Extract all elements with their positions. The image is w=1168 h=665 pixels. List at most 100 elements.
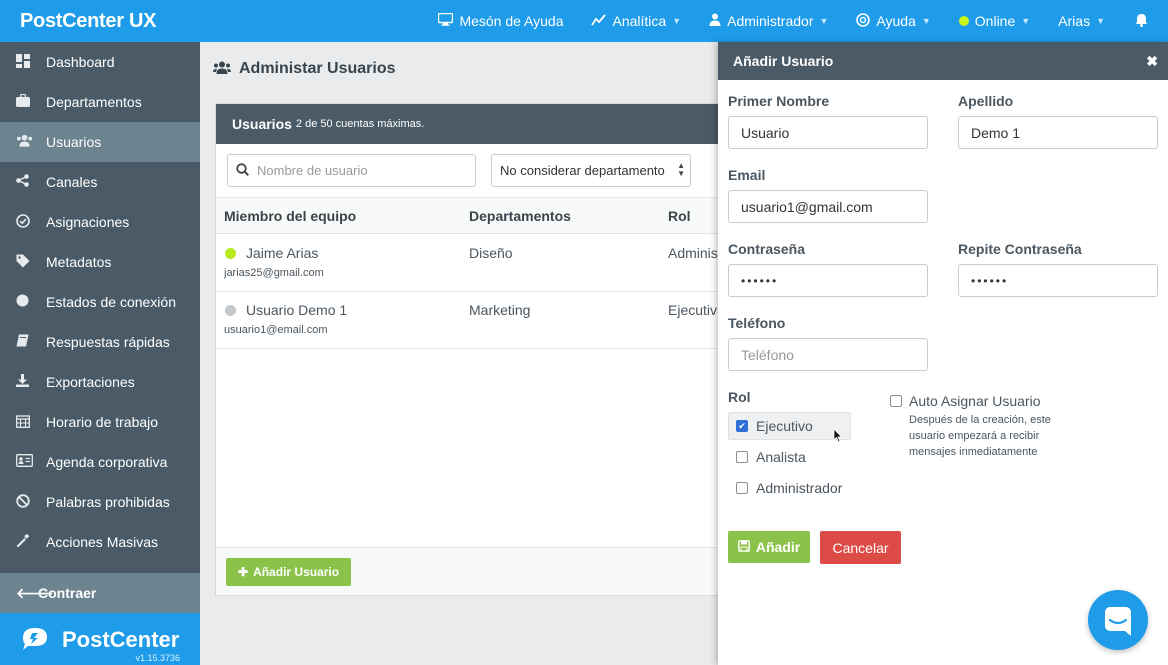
drawer-add-button[interactable]: Añadir (728, 531, 810, 563)
column-role[interactable]: Rol (668, 208, 691, 224)
drawer-cancel-button[interactable]: Cancelar (820, 531, 901, 564)
chevron-down-icon: ▼ (672, 16, 682, 26)
phone-field[interactable]: Teléfono (728, 338, 928, 371)
postcenter-logo-icon (23, 628, 47, 650)
select-arrows-icon: ▲ ▼ (677, 161, 685, 178)
auto-assign-checkbox[interactable] (890, 395, 902, 407)
panel-subtitle: 2 de 50 cuentas máximas. (295, 118, 425, 130)
sidebar-item-metadatos[interactable]: Metadatos (0, 242, 200, 282)
nav-admin[interactable]: Administrador ▼ (709, 13, 828, 29)
nav-help[interactable]: Ayuda ▼ (856, 12, 931, 30)
top-bar: PostCenter UX Mesón de Ayuda Analítica ▼… (0, 0, 1168, 42)
role-checkbox-administrador[interactable] (736, 482, 748, 494)
sidebar-item-departamentos[interactable]: Departamentos (0, 82, 200, 122)
panel-title: Usuarios (232, 116, 292, 132)
monitor-icon (438, 12, 454, 29)
role-label: Rol (728, 389, 751, 405)
sidebar-item-canales[interactable]: Canales (0, 162, 200, 202)
mouse-cursor-icon (833, 428, 843, 443)
sidebar-item-acciones-masivas[interactable]: Acciones Masivas (0, 522, 200, 562)
bell-icon[interactable] (1135, 13, 1148, 30)
member-email: usuario1@email.com (224, 324, 328, 336)
drawer-cancel-button-label: Cancelar (832, 539, 889, 556)
nav-status[interactable]: Online ▼ (958, 13, 1031, 29)
email-field[interactable]: usuario1@gmail.com (728, 190, 928, 223)
column-member[interactable]: Miembro del equipo (224, 208, 356, 224)
member-email: jarias25@gmail.com (224, 267, 324, 279)
sidebar-item-label: Acciones Masivas (46, 534, 159, 550)
book-icon (16, 334, 46, 350)
user-tie-icon (709, 13, 721, 29)
status-dot-icon (225, 305, 236, 316)
role-checkbox-ejecutivo[interactable]: ✔ (736, 420, 748, 432)
sidebar-item-exportaciones[interactable]: Exportaciones (0, 362, 200, 402)
id-card-icon (16, 454, 46, 470)
table-header: Miembro del equipo Departamentos Rol (216, 197, 734, 234)
sidebar-item-asignaciones[interactable]: Asignaciones (0, 202, 200, 242)
member-name[interactable]: Jaime Arias (246, 245, 318, 261)
app-brand[interactable]: PostCenter UX (0, 10, 200, 33)
auto-assign-description: Después de la creación, este usuario emp… (909, 414, 1051, 458)
chevron-down-icon: ▼ (1021, 16, 1031, 26)
nav-help-desk[interactable]: Mesón de Ayuda (438, 12, 564, 29)
drawer-header: Añadir Usuario ✖ (718, 42, 1168, 80)
sidebar-item-label: Asignaciones (46, 214, 130, 230)
add-user-drawer: Añadir Usuario ✖ Primer Nombre Usuario A… (718, 42, 1168, 665)
member-role: Ejecutiv (668, 302, 718, 318)
sidebar-item-usuarios[interactable]: Usuarios (0, 122, 200, 162)
sidebar-brand-name: PostCenter (62, 627, 180, 652)
sidebar-item-palabras-prohibidas[interactable]: Palabras prohibidas (0, 482, 200, 522)
phone-label: Teléfono (728, 315, 786, 331)
add-user-button[interactable]: ✚ Añadir Usuario (226, 558, 352, 586)
member-name[interactable]: Usuario Demo 1 (246, 302, 347, 318)
chat-icon (1105, 607, 1131, 636)
table-row[interactable]: Usuario Demo 1 usuario1@email.com Marketin… (216, 292, 734, 349)
calendar-icon (16, 414, 46, 431)
nav-analytics[interactable]: Analítica ▼ (591, 13, 681, 29)
tag-icon (16, 254, 46, 271)
sidebar-item-label: Horario de trabajo (46, 414, 159, 430)
sidebar-item-agenda-corporativa[interactable]: Agenda corporativa (0, 442, 200, 482)
role-checkbox-analista[interactable] (736, 451, 748, 463)
department-filter-select[interactable]: No considerar departamento ▲ ▼ (491, 154, 691, 187)
search-input[interactable]: Nombre de usuario (227, 154, 476, 187)
line-chart-icon (591, 13, 607, 29)
page-title: Administar Usuarios (213, 60, 395, 78)
table-row[interactable]: Jaime Arias jarias25@gmail.com Diseño Admin… (216, 235, 734, 292)
add-user-button-label: Añadir Usuario (253, 565, 340, 579)
sidebar-item-dashboard[interactable]: Dashboard (0, 42, 200, 82)
password-repeat-label: Repite Contraseña (958, 241, 1082, 257)
member-department: Diseño (469, 245, 513, 261)
nav-user[interactable]: Arias ▼ (1058, 13, 1105, 29)
chat-launcher-button[interactable] (1088, 590, 1148, 650)
sidebar-item-estados-de-conexion[interactable]: Estados de conexión (0, 282, 200, 322)
role-label-ejecutivo[interactable]: Ejecutivo (756, 418, 813, 434)
first-name-field[interactable]: Usuario (728, 116, 928, 149)
sidebar-item-respuestas-rapidas[interactable]: Respuestas rápidas (0, 322, 200, 362)
password-repeat-value: •••••• (971, 273, 1009, 288)
sidebar-item-label: Canales (46, 174, 98, 190)
password-repeat-field[interactable]: •••••• (958, 264, 1158, 297)
users-panel-header: Usuarios 2 de 50 cuentas máximas. (216, 104, 734, 144)
close-icon[interactable]: ✖ (1146, 53, 1158, 70)
sidebar-list: Dashboard Departamentos Usuarios Canales Asi… (0, 42, 200, 562)
first-name-value: Usuario (741, 124, 790, 141)
password-value: •••••• (741, 273, 779, 288)
password-field[interactable]: •••••• (728, 264, 928, 297)
auto-assign-label[interactable]: Auto Asignar Usuario (909, 393, 1041, 409)
plus-icon: ✚ (238, 565, 249, 579)
nav-help-desk-label: Mesón de Ayuda (459, 13, 564, 29)
top-nav: Mesón de Ayuda Analítica ▼ Administrador… (410, 0, 1168, 42)
column-departments[interactable]: Departamentos (469, 208, 571, 224)
check-circle-icon (16, 213, 46, 231)
member-role: Adminis (668, 245, 718, 261)
collapse-button[interactable]: 🡐 Contraer (0, 573, 200, 613)
last-name-field[interactable]: Demo 1 (958, 116, 1158, 149)
search-icon (236, 162, 250, 179)
nav-help-label: Ayuda (876, 13, 916, 29)
sidebar-item-horario-de-trabajo[interactable]: Horario de trabajo (0, 402, 200, 442)
role-label-analista[interactable]: Analista (756, 449, 806, 465)
app-version: v1.15.3736 (135, 653, 180, 663)
drawer-add-button-label: Añadir (755, 539, 801, 555)
role-label-administrador[interactable]: Administrador (756, 480, 842, 496)
